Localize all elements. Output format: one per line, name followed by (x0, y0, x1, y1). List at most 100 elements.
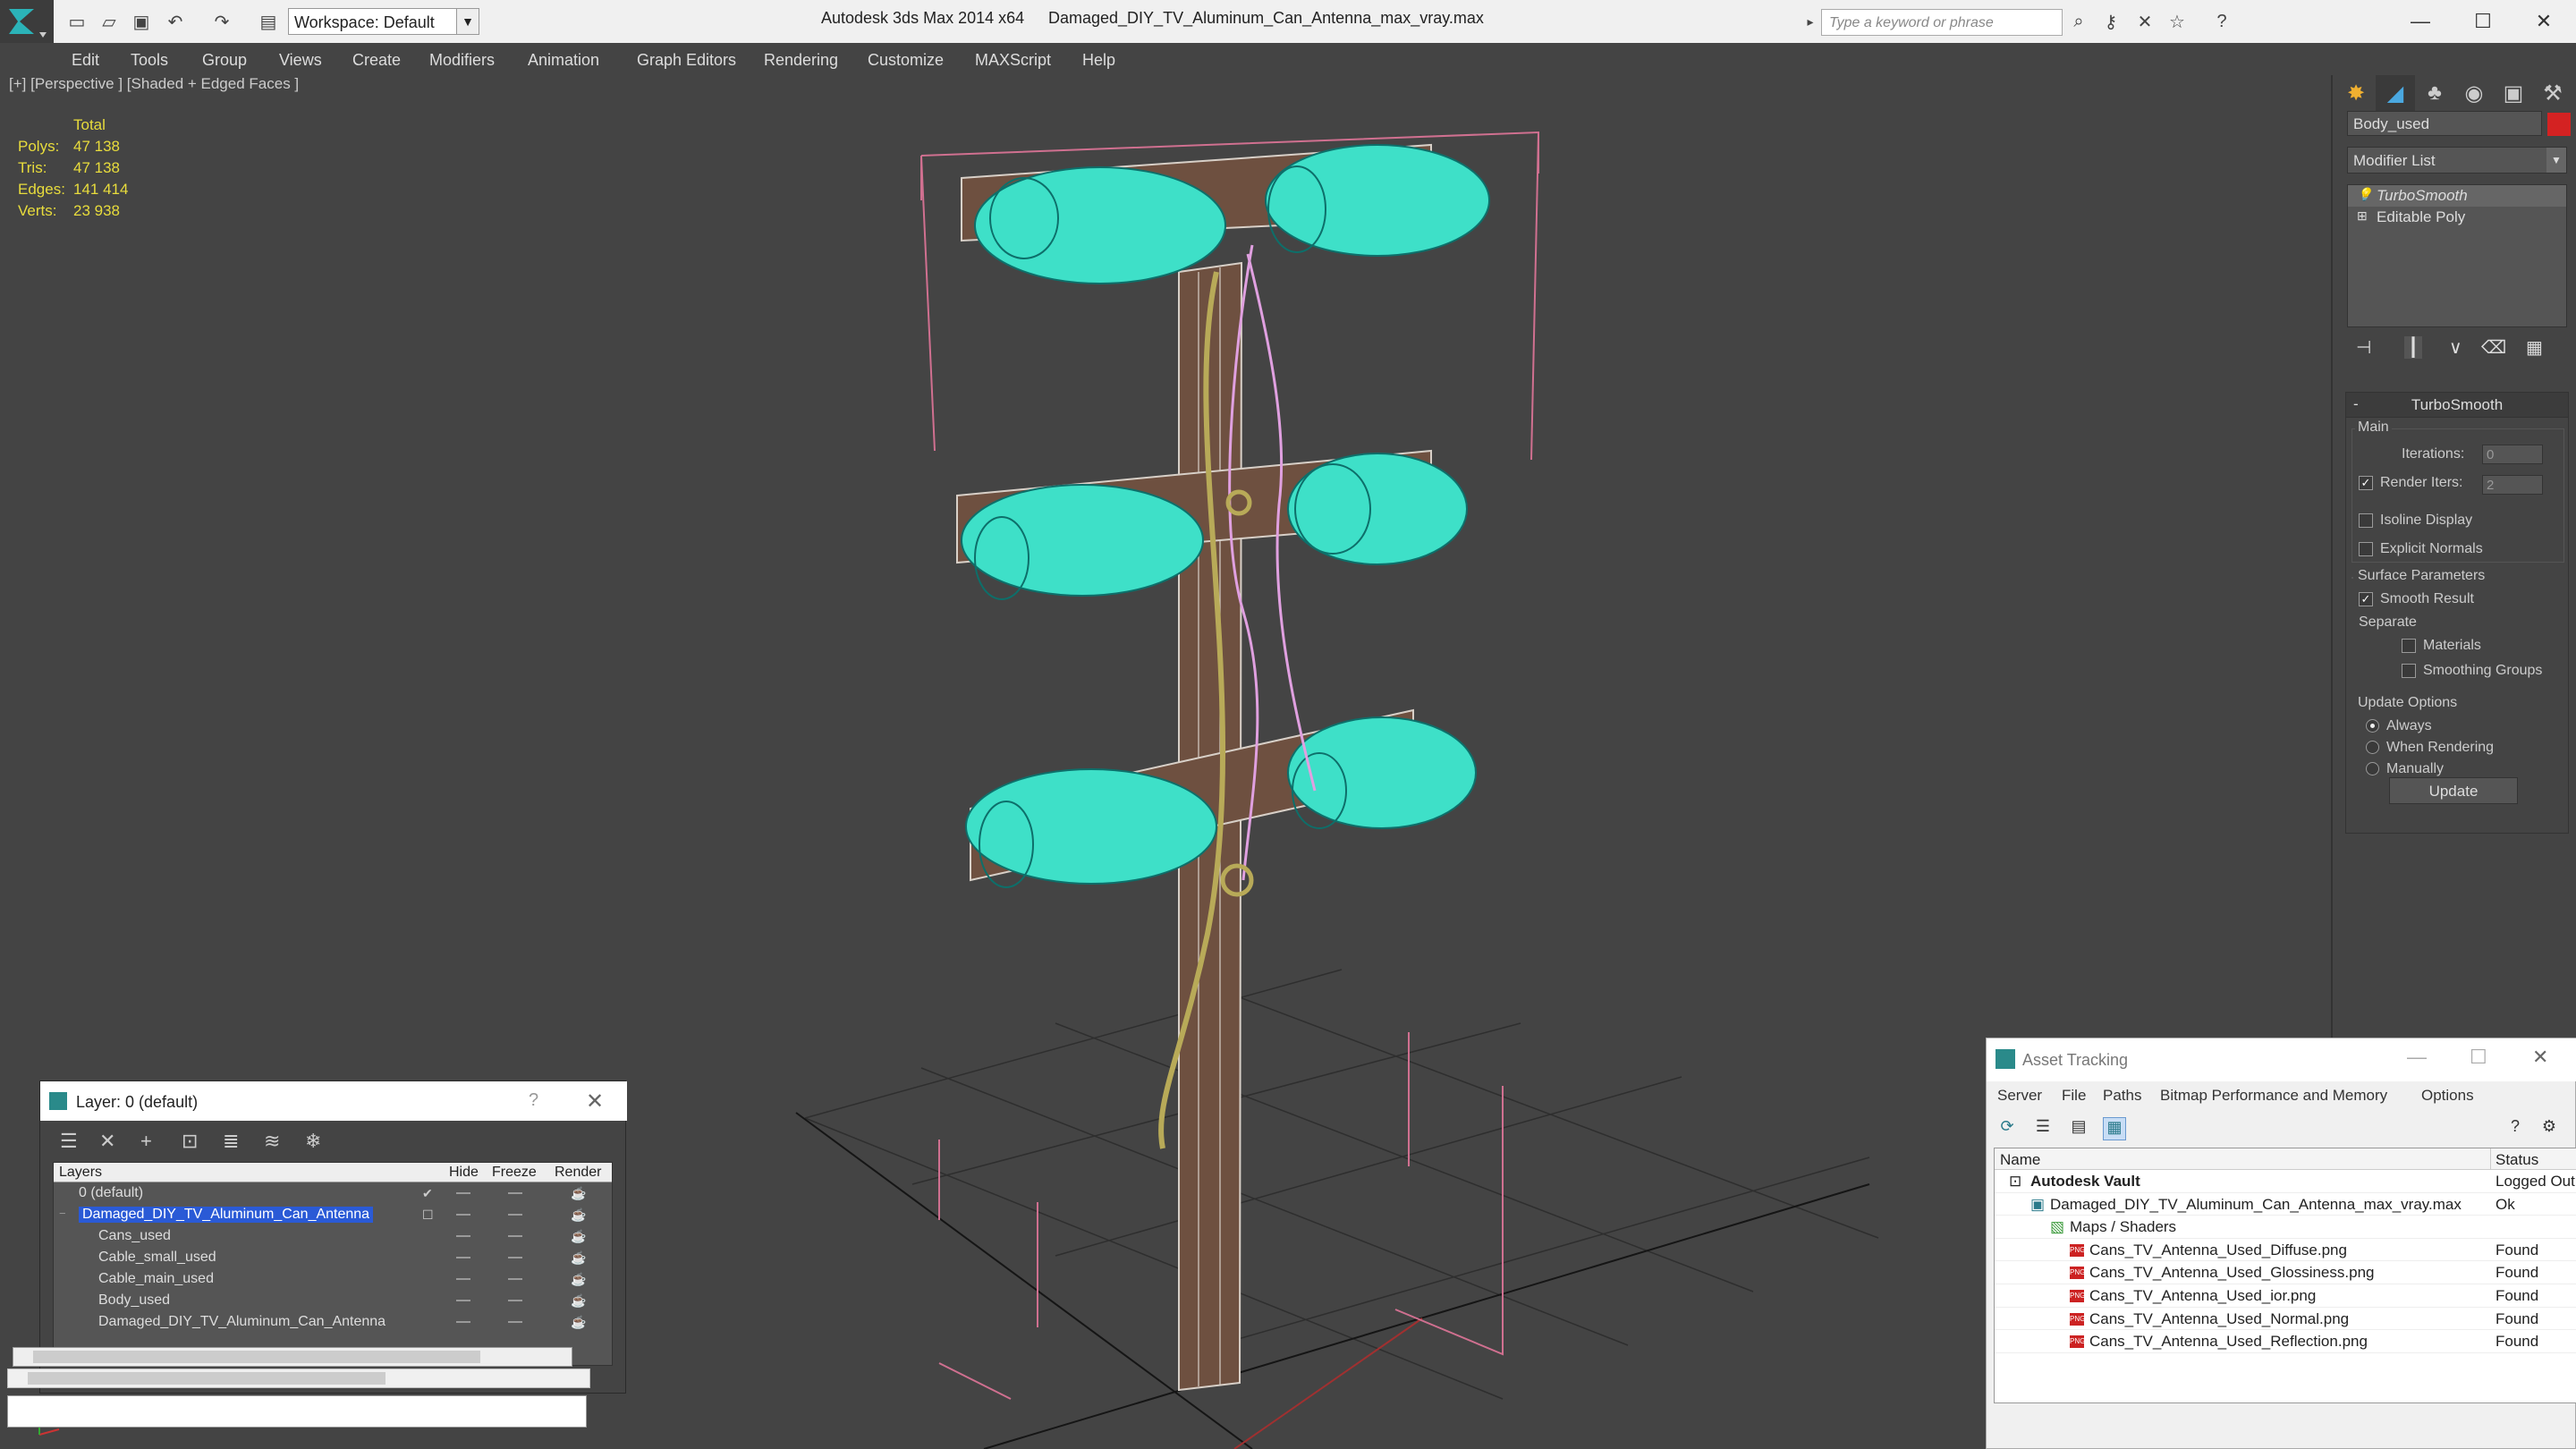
workspace-dropdown[interactable]: Workspace: Default (288, 8, 467, 35)
grid-view-icon[interactable]: ▦ (2103, 1117, 2126, 1140)
menu-edit[interactable]: Edit (72, 51, 99, 70)
col-layers[interactable]: Layers (59, 1165, 102, 1181)
menu-maxscript[interactable]: MAXScript (975, 51, 1051, 70)
connect-icon[interactable]: ✕ (2132, 9, 2157, 34)
col-hide[interactable]: Hide (449, 1165, 479, 1181)
asset-row[interactable]: PNG Cans_TV_Antenna_Used_Glossiness.png … (1995, 1261, 2576, 1284)
key-icon[interactable]: ⚷ (2098, 9, 2123, 34)
redo-icon[interactable]: ↷ (209, 9, 234, 34)
menu-modifiers[interactable]: Modifiers (429, 51, 495, 70)
menu-file[interactable]: File (2062, 1087, 2086, 1105)
app-logo-icon[interactable] (0, 0, 54, 43)
smoothing-groups-row[interactable]: Smoothing Groups (2402, 663, 2542, 679)
menu-bitmap-performance[interactable]: Bitmap Performance and Memory (2160, 1087, 2387, 1105)
update-manually-radio[interactable] (2366, 762, 2379, 776)
update-button[interactable]: Update (2389, 777, 2518, 804)
col-name[interactable]: Name (2000, 1151, 2040, 1169)
menu-paths[interactable]: Paths (2103, 1087, 2141, 1105)
remove-modifier-icon[interactable]: ⌫ (2481, 336, 2506, 359)
maximize-button[interactable]: ☐ (2456, 5, 2510, 38)
chevron-down-icon[interactable]: ▼ (456, 8, 479, 35)
lightbulb-icon[interactable]: 💡 (2357, 187, 2372, 202)
smooth-result-checkbox[interactable]: ✓ (2359, 591, 2373, 606)
menu-help[interactable]: Help (1082, 51, 1115, 70)
freeze-all-layers-icon[interactable]: ❄ (305, 1130, 321, 1153)
col-render[interactable]: Render (555, 1165, 601, 1181)
maximize-button[interactable]: ☐ (2470, 1046, 2487, 1069)
collapse-icon[interactable]: − (59, 1207, 66, 1220)
table-view-icon[interactable]: ▤ (2067, 1117, 2090, 1140)
update-when-rendering-row[interactable]: When Rendering (2366, 740, 2494, 756)
expand-plus-icon[interactable]: ⊞ (2357, 208, 2368, 224)
explicit-normals-checkbox[interactable] (2359, 541, 2373, 556)
viewport-label[interactable]: [+] [Perspective ] [Shaded + Edged Faces… (9, 75, 299, 93)
layer-dialog-titlebar[interactable]: Layer: 0 (default) ? ✕ (40, 1081, 627, 1121)
layer-list[interactable]: Layers Hide Freeze Render 0 (default) ✔ … (53, 1162, 613, 1366)
render-iters-row[interactable]: ✓ Render Iters: (2359, 475, 2462, 491)
asset-row[interactable]: ⊡ Autodesk Vault Logged Out (1995, 1170, 2576, 1193)
explicit-normals-row[interactable]: Explicit Normals (2359, 541, 2483, 557)
object-color-swatch[interactable] (2547, 113, 2571, 136)
update-always-radio[interactable] (2366, 719, 2379, 733)
object-row[interactable]: Damaged_DIY_TV_Aluminum_Can_Antenna ☕ (54, 1311, 612, 1333)
col-freeze[interactable]: Freeze (492, 1165, 537, 1181)
modifier-stack[interactable]: 💡 TurboSmooth ⊞ Editable Poly (2347, 184, 2567, 327)
object-row[interactable]: Cans_used ☕ (54, 1225, 612, 1247)
set-current-box-icon[interactable]: ☐ (422, 1208, 434, 1223)
configure-sets-icon[interactable]: ▦ (2526, 336, 2543, 359)
asset-list[interactable]: Name Status ⊡ Autodesk Vault Logged Out … (1994, 1148, 2576, 1403)
layer-horizontal-scrollbar[interactable] (13, 1347, 572, 1367)
render-iters-checkbox[interactable]: ✓ (2359, 475, 2373, 490)
object-row[interactable]: Cable_main_used ☕ (54, 1268, 612, 1290)
asset-horizontal-scrollbar[interactable] (7, 1368, 590, 1388)
collapse-icon[interactable]: - (2353, 395, 2359, 413)
create-tab-icon[interactable]: ✸ (2336, 75, 2376, 111)
active-check-icon[interactable]: ✔ (422, 1186, 433, 1201)
freeze-toggle[interactable] (508, 1257, 522, 1258)
scrollbar-thumb[interactable] (33, 1351, 480, 1363)
help-icon[interactable]: ? (529, 1090, 538, 1111)
teapot-render-icon[interactable]: ☕ (571, 1315, 586, 1330)
smoothing-groups-checkbox[interactable] (2402, 663, 2416, 678)
menu-group[interactable]: Group (202, 51, 247, 70)
asset-path-field[interactable] (7, 1395, 587, 1428)
display-tab-icon[interactable]: ▣ (2494, 75, 2533, 111)
help-icon[interactable]: ? (2209, 9, 2234, 34)
search-expand-icon[interactable]: ▸ (1798, 9, 1823, 34)
minimize-button[interactable]: — (2407, 1046, 2427, 1069)
asset-tracking-titlebar[interactable]: Asset Tracking — ☐ ✕ (1987, 1038, 2576, 1081)
stack-item-editable-poly[interactable]: ⊞ Editable Poly (2348, 207, 2566, 228)
asset-row[interactable]: PNG Cans_TV_Antenna_Used_Diffuse.png Fou… (1995, 1239, 2576, 1262)
settings-icon[interactable]: ⚙ (2538, 1117, 2561, 1140)
list-view-icon[interactable]: ☰ (2031, 1117, 2055, 1140)
project-folder-icon[interactable]: ▤ (256, 9, 281, 34)
menu-animation[interactable]: Animation (528, 51, 599, 70)
hide-toggle[interactable] (456, 1257, 470, 1258)
close-icon[interactable]: ✕ (586, 1089, 604, 1114)
update-always-row[interactable]: Always (2366, 718, 2432, 734)
make-unique-icon[interactable]: ∨ (2449, 336, 2462, 359)
freeze-toggle[interactable] (508, 1214, 522, 1216)
rollout-header[interactable]: - TurboSmooth (2346, 393, 2568, 418)
delete-layer-icon[interactable]: ✕ (99, 1130, 115, 1153)
asset-row[interactable]: PNG Cans_TV_Antenna_Used_ior.png Found (1995, 1284, 2576, 1308)
hide-all-layers-icon[interactable]: ≋ (264, 1130, 280, 1153)
freeze-toggle[interactable] (508, 1192, 522, 1194)
object-row[interactable]: Body_used ☕ (54, 1290, 612, 1311)
utilities-tab-icon[interactable]: ⚒ (2533, 75, 2572, 111)
object-row[interactable]: Cable_small_used ☕ (54, 1247, 612, 1268)
menu-customize[interactable]: Customize (868, 51, 944, 70)
layer-row-selected[interactable]: − Damaged_DIY_TV_Aluminum_Can_Antenna ☐ … (54, 1204, 612, 1225)
asset-row[interactable]: PNG Cans_TV_Antenna_Used_Normal.png Foun… (1995, 1308, 2576, 1331)
col-status[interactable]: Status (2496, 1151, 2538, 1169)
teapot-render-icon[interactable]: ☕ (571, 1272, 586, 1287)
stack-item-turbosmooth[interactable]: 💡 TurboSmooth (2348, 185, 2566, 207)
hide-toggle[interactable] (456, 1278, 470, 1280)
hierarchy-tab-icon[interactable]: ♣ (2415, 75, 2454, 111)
menu-rendering[interactable]: Rendering (764, 51, 838, 70)
menu-options[interactable]: Options (2421, 1087, 2474, 1105)
render-iters-spinner[interactable]: 2 (2482, 475, 2543, 495)
undo-icon[interactable]: ↶ (163, 9, 188, 34)
refresh-icon[interactable]: ⟳ (1996, 1117, 2019, 1140)
close-button[interactable]: ✕ (2517, 5, 2571, 38)
